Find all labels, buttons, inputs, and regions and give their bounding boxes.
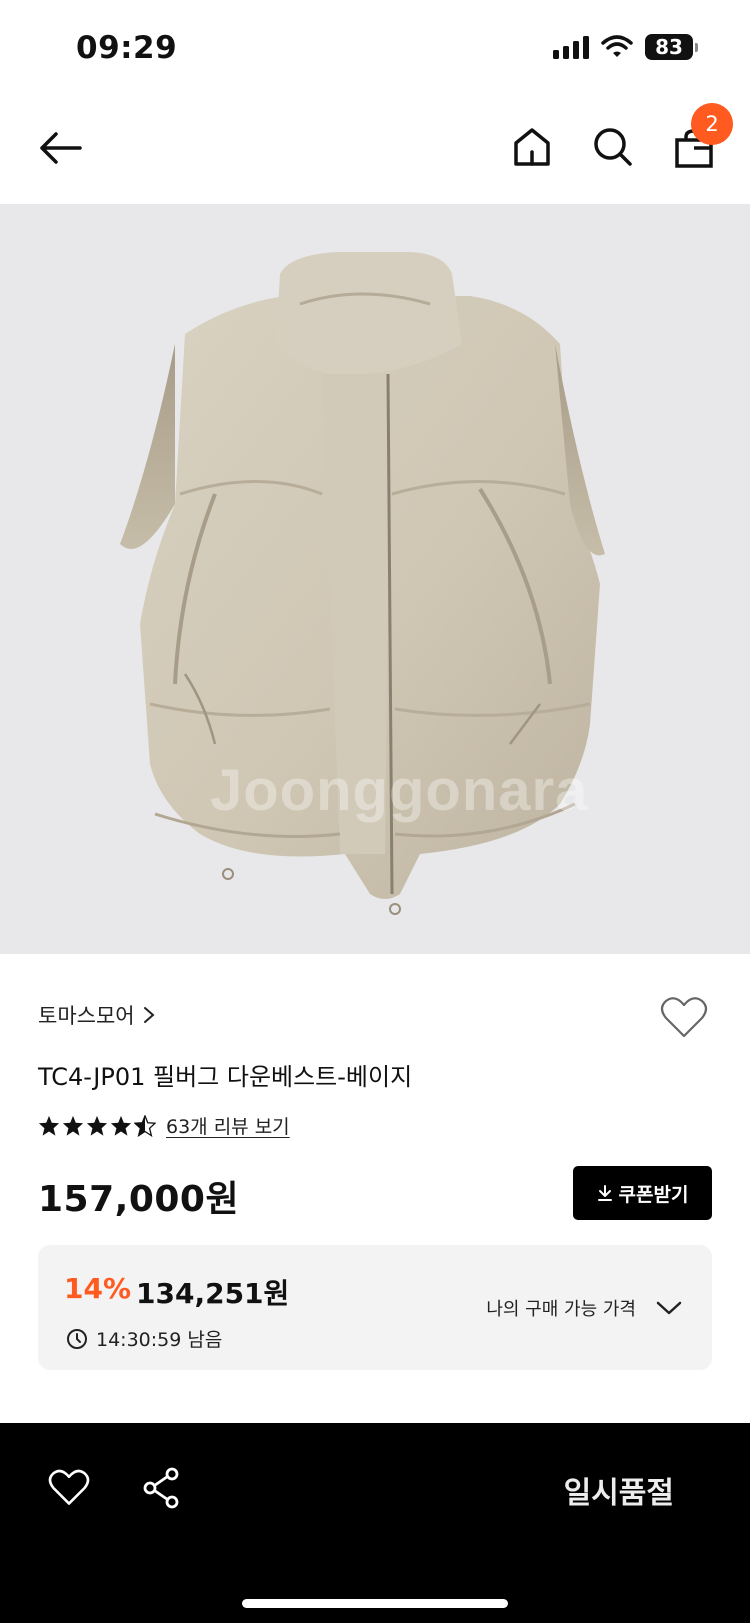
battery-level: 83 [645, 34, 693, 60]
sale-timer: 14:30:59 남음 [66, 1325, 222, 1352]
my-price-toggle[interactable]: 나의 구매 가능 가격 [486, 1295, 682, 1321]
product-title: TC4-JP01 필버그 다운베스트-베이지 [38, 1063, 413, 1091]
wifi-icon [601, 35, 633, 57]
my-price-label: 나의 구매 가능 가격 [486, 1299, 636, 1320]
half-star-icon [134, 1114, 156, 1137]
star-icon [38, 1115, 60, 1136]
back-arrow-icon[interactable] [36, 128, 84, 168]
soldout-button[interactable]: 일시품절 [564, 1468, 674, 1512]
home-indicator [242, 1599, 508, 1608]
status-indicators: 83 [553, 34, 698, 60]
battery-icon: 83 [645, 34, 698, 60]
star-icon [86, 1115, 108, 1136]
star-rating [38, 1114, 156, 1137]
clock-icon [67, 1328, 87, 1349]
discount-percent: 14% [64, 1272, 132, 1305]
coupon-button[interactable]: 쿠폰받기 [573, 1166, 712, 1220]
brand-link[interactable]: 토마스모어 [38, 1000, 155, 1030]
search-icon[interactable] [592, 126, 634, 168]
wishlist-heart-icon[interactable] [660, 996, 708, 1040]
top-nav-bar [0, 100, 750, 204]
home-icon[interactable] [512, 126, 552, 168]
cellular-signal-icon [553, 35, 589, 59]
chevron-down-icon [656, 1301, 682, 1315]
star-icon [110, 1115, 132, 1136]
sale-price-panel[interactable]: 14% 134,251원 14:30:59 남음 나의 구매 가능 가격 [38, 1245, 712, 1370]
download-icon [597, 1185, 612, 1201]
cart-count-badge: 2 [691, 103, 733, 145]
wishlist-heart-icon[interactable] [48, 1469, 90, 1507]
product-image[interactable]: Joonggonara [0, 204, 750, 954]
brand-name: 토마스모어 [38, 1004, 135, 1028]
chevron-right-icon [143, 1007, 155, 1023]
rating-row: 63개 리뷰 보기 [38, 1112, 290, 1139]
status-bar: 09:29 83 [0, 0, 750, 100]
watermark: Joonggonara [210, 758, 589, 823]
down-vest-image [120, 252, 605, 915]
review-link[interactable]: 63개 리뷰 보기 [166, 1112, 290, 1139]
sale-price: 134,251원 [136, 1277, 290, 1310]
status-time: 09:29 [76, 30, 178, 66]
bottom-action-bar: 일시품절 [0, 1423, 750, 1623]
product-price: 157,000원 [38, 1179, 240, 1220]
coupon-button-label: 쿠폰받기 [618, 1183, 689, 1206]
star-icon [62, 1115, 84, 1136]
share-icon[interactable] [141, 1467, 181, 1509]
timer-text: 14:30:59 남음 [96, 1329, 223, 1351]
